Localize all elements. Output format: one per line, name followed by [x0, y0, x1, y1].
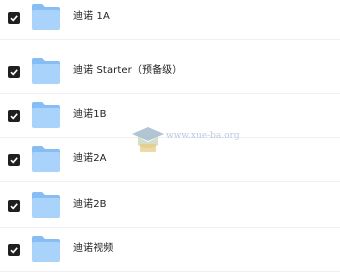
folder-row[interactable]: 迪诺视频 [0, 228, 340, 272]
checkbox-checked-icon[interactable] [8, 110, 20, 122]
folder-name: 迪诺视频 [73, 243, 114, 254]
folder-name: 迪诺1B [73, 109, 107, 120]
folder-icon [31, 191, 61, 219]
folder-icon [31, 101, 61, 129]
checkbox-checked-icon[interactable] [8, 66, 20, 78]
checkbox-checked-icon[interactable] [8, 200, 20, 212]
checkbox-checked-icon[interactable] [8, 154, 20, 166]
folder-icon [31, 57, 61, 85]
folder-name: 迪诺2A [73, 153, 107, 164]
folder-name: 迪诺 1A [73, 11, 110, 22]
folder-icon [31, 3, 61, 31]
watermark-text: www.xue-ba.org [166, 131, 240, 141]
folder-row[interactable]: 迪诺2B [0, 184, 340, 228]
checkbox-checked-icon[interactable] [8, 12, 20, 24]
folder-row[interactable]: 迪诺 Starter（预备级） [0, 50, 340, 94]
folder-name: 迪诺2B [73, 199, 107, 210]
checkbox-checked-icon[interactable] [8, 244, 20, 256]
folder-row[interactable]: 迪诺 1A [0, 0, 340, 40]
graduation-cap-icon [132, 127, 164, 152]
folder-icon [31, 145, 61, 173]
folder-icon [31, 235, 61, 263]
folder-name: 迪诺 Starter（预备级） [73, 65, 183, 76]
